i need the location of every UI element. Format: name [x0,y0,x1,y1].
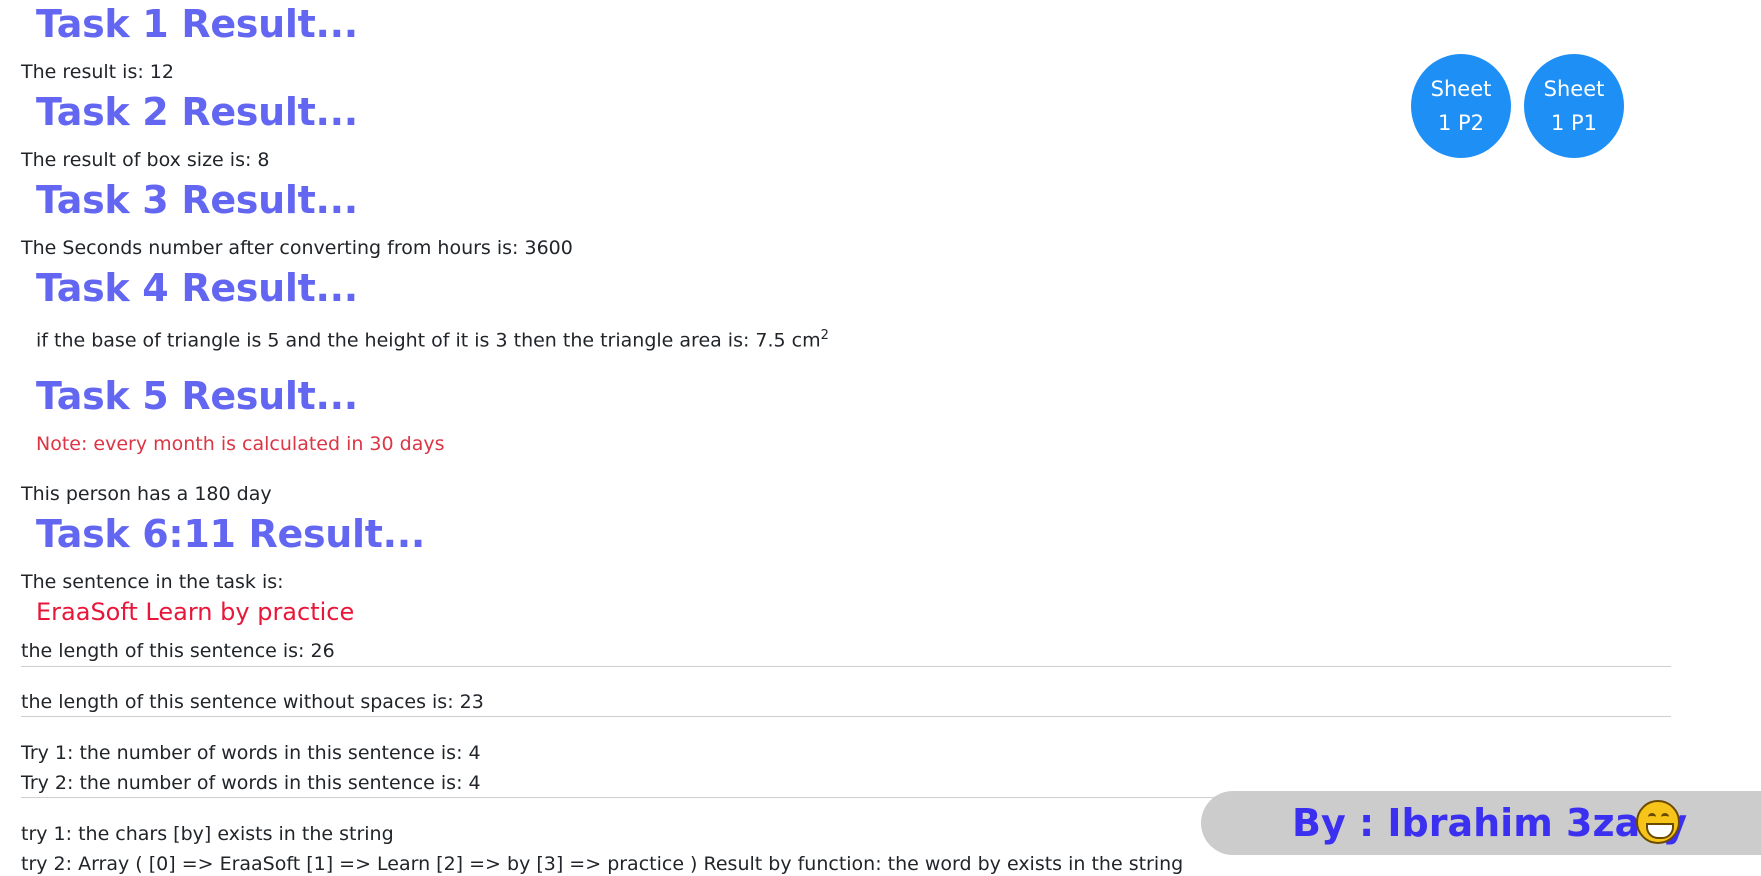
task6-chars-try2: try 2: Array ( [0] => EraaSoft [1] => Le… [21,853,1184,875]
task2-heading: Task 2 Result... [36,90,358,134]
task6-words-try2: Try 2: the number of words in this sente… [21,772,481,794]
footer-author: By : Ibrahim 3zazy [1292,801,1688,845]
task6-length: the length of this sentence is: 26 [21,640,335,662]
task6-intro: The sentence in the task is: [21,571,284,593]
task6-chars-try1: try 1: the chars [by] exists in the stri… [21,823,394,845]
task4-superscript: 2 [820,328,829,343]
task6-heading: Task 6:11 Result... [36,512,426,556]
sheet-1-p2-button[interactable]: Sheet 1 P2 [1411,54,1511,158]
task4-result: if the base of triangle is 5 and the hei… [36,324,829,352]
sheet-1-p1-label-line2: 1 P1 [1550,111,1598,135]
task4-result-text: if the base of triangle is 5 and the hei… [36,329,821,352]
grinning-face-icon [1636,800,1680,844]
divider [21,666,1671,667]
task1-heading: Task 1 Result... [36,2,358,46]
task1-result: The result is: 12 [21,61,174,83]
sheet-1-p2-label-line2: 1 P2 [1437,111,1485,135]
task4-heading: Task 4 Result... [36,266,358,310]
task6-words-try1: Try 1: the number of words in this sente… [21,742,481,764]
task2-result: The result of box size is: 8 [21,149,270,171]
sheet-1-p1-label-line1: Sheet [1543,77,1605,101]
task5-result: This person has a 180 day [21,483,272,505]
task5-note: Note: every month is calculated in 30 da… [36,433,445,455]
task3-result: The Seconds number after converting from… [21,237,573,259]
divider [21,716,1671,717]
sheet-1-p1-button[interactable]: Sheet 1 P1 [1524,54,1624,158]
task6-sentence: EraaSoft Learn by practice [36,598,355,626]
task6-length-no-spaces: the length of this sentence without spac… [21,691,484,713]
sheet-1-p2-label-line1: Sheet [1430,77,1492,101]
task5-heading: Task 5 Result... [36,374,358,418]
task3-heading: Task 3 Result... [36,178,358,222]
